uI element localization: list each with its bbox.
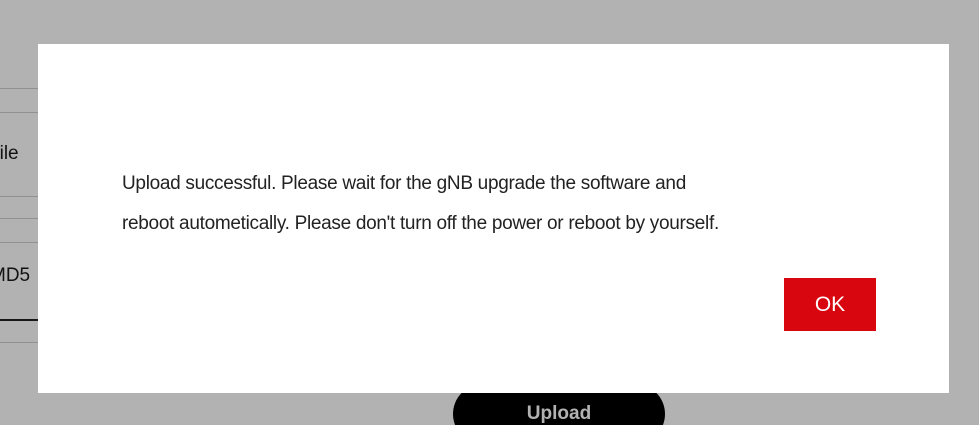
dialog-message-line-2: reboot autometically. Please don't turn … bbox=[122, 213, 719, 234]
alert-dialog: Upload successful. Please wait for the g… bbox=[38, 44, 949, 393]
ok-button[interactable]: OK bbox=[784, 278, 876, 331]
dialog-message: Upload successful. Please wait for the g… bbox=[122, 164, 912, 244]
page: File MD5 Upload Upload successful. Pleas… bbox=[0, 0, 979, 425]
dialog-message-line-1: Upload successful. Please wait for the g… bbox=[122, 173, 686, 194]
